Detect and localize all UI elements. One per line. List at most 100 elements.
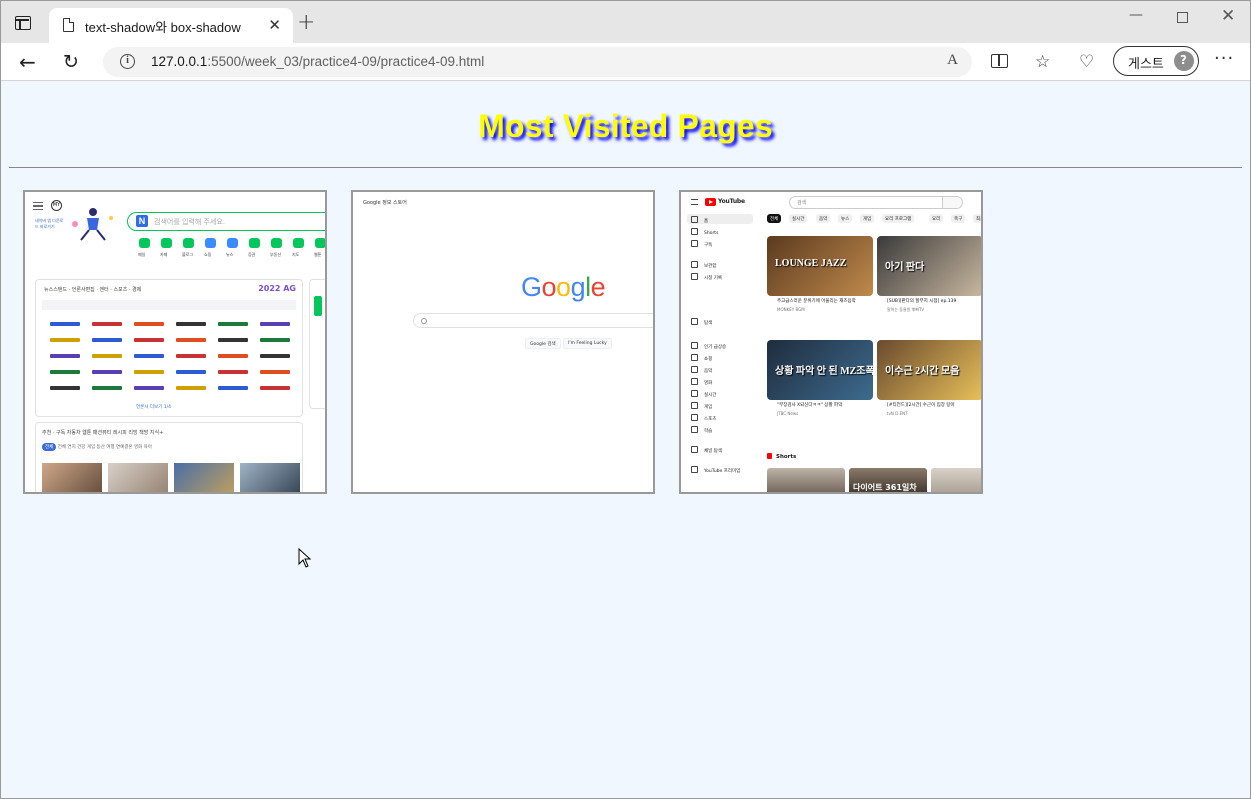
- google-logo: Google: [521, 272, 606, 303]
- reload-icon[interactable]: ↻: [63, 50, 79, 74]
- youtube-nav-item: 채널 탐색: [691, 446, 722, 454]
- naver-news-tabs: 뉴스스탠드 · 언론사편집 · 엔터 · 스포츠 · 경제: [44, 287, 142, 293]
- naver-press-logo: [260, 370, 290, 374]
- page-content: Most Visited Pages MY 네이버 앱 다운로드 바로가기 N …: [1, 82, 1250, 798]
- naver-press-logo: [218, 338, 248, 342]
- tab-active[interactable]: text-shadow와 box-shadow ✕: [49, 8, 293, 43]
- naver-shortcut-icon: [293, 238, 304, 248]
- youtube-shorts-label: Shorts: [767, 453, 796, 460]
- youtube-nav-item: 구독: [691, 240, 712, 248]
- youtube-video-title: 아기 판다: [885, 262, 925, 273]
- naver-press-logo: [218, 322, 248, 326]
- address-bar[interactable]: i 127.0.0.1:5500/week_03/practice4-09/pr…: [103, 47, 972, 77]
- youtube-video-title: 이수근 2시간 모음: [885, 366, 960, 377]
- profile-button[interactable]: 게스트: [1113, 46, 1199, 76]
- naver-press-logo: [218, 354, 248, 358]
- naver-shortcut-icon: [205, 238, 216, 248]
- split-screen-icon[interactable]: [991, 54, 1008, 68]
- site-info-icon[interactable]: i: [120, 54, 135, 69]
- naver-press-logo: [50, 386, 80, 390]
- tab-close-icon[interactable]: ✕: [268, 16, 281, 34]
- illustration-icon: [72, 208, 113, 241]
- close-window-icon[interactable]: ✕: [1221, 6, 1235, 26]
- naver-shortcut-icon: [183, 238, 194, 248]
- naver-press-logo: [134, 322, 164, 326]
- youtube-video-title: 상황 파악 안 된 MZ조폭: [775, 366, 873, 377]
- naver-image-1: [42, 463, 102, 492]
- url-text[interactable]: 127.0.0.1:5500/week_03/practice4-09/prac…: [151, 54, 484, 69]
- google-top-links: Google 정보 스토어: [363, 200, 407, 206]
- youtube-nav-item: 쇼핑: [691, 354, 712, 362]
- naver-press-logo: [50, 354, 80, 358]
- google-logo-letter: o: [556, 272, 571, 302]
- youtube-nav-item: 보관함: [691, 261, 716, 269]
- naver-press-logo: [92, 354, 122, 358]
- back-arrow-icon[interactable]: ←: [19, 50, 36, 74]
- tab-actions-icon[interactable]: [15, 16, 31, 30]
- youtube-video-caption: [SUB][판다의 할부지 시점] ep.139: [887, 299, 957, 304]
- naver-newsstand: 뉴스스탠드 · 언론사편집 · 엔터 · 스포츠 · 경제 2022 AG 언론…: [35, 279, 303, 417]
- youtube-video-caption: 주고급스러운 분위기에 어울리는 재즈음악: [777, 299, 856, 304]
- naver-chips: 전체 전체 연지 건강 게임 등산 여행 연예결혼 영화 육아: [42, 443, 152, 451]
- thumbnail-youtube[interactable]: YouTube 검색 홈 Shorts 구독 보관함 시청 기록 탐색 인기 급상승 쇼핑 음악…: [679, 190, 983, 494]
- youtube-logo-icon: [705, 198, 716, 206]
- minimize-icon[interactable]: —: [1129, 7, 1143, 23]
- youtube-nav-item: 실시간: [691, 390, 716, 398]
- youtube-video-channel: tvN D ENT: [887, 411, 908, 416]
- menu-icon: [33, 202, 43, 210]
- youtube-nav-item: 음악: [691, 366, 712, 374]
- naver-promo: 네이버 앱 다운로드 바로가기: [35, 218, 64, 229]
- new-tab-button[interactable]: +: [297, 12, 315, 34]
- youtube-brand: YouTube: [718, 198, 745, 205]
- naver-shortcut-label: 뉴스: [226, 252, 234, 257]
- naver-recommend: 추천 · 구독 자동차 웹툰 패션뷰티 레시피 리빙 책방 지식+ 전체 전체 …: [35, 422, 303, 492]
- naver-press-logo: [176, 386, 206, 390]
- naver-press-logo: [176, 354, 206, 358]
- naver-press-logo: [92, 338, 122, 342]
- settings-more-icon[interactable]: ···: [1214, 48, 1234, 69]
- naver-press-logo: [176, 338, 206, 342]
- profile-name: 게스트: [1128, 57, 1164, 72]
- naver-shortcut-label: 증권: [248, 252, 256, 257]
- avatar-icon: [1174, 51, 1194, 71]
- youtube-nav-item: YouTube 프리미엄: [691, 466, 740, 474]
- google-logo-letter: o: [541, 272, 557, 302]
- youtube-short-text: 다이어트 361일차: [853, 483, 917, 492]
- google-logo-letter: G: [521, 272, 542, 302]
- menu-icon: [691, 199, 698, 205]
- naver-shortcut-icon: [227, 238, 238, 248]
- url-path: :5500/week_03/practice4-09/practice4-09.…: [207, 54, 485, 69]
- youtube-chip: 뉴스: [838, 214, 853, 223]
- thumbnail-naver[interactable]: MY 네이버 앱 다운로드 바로가기 N 검색어를 입력해 주세요. 메일 카페 블…: [23, 190, 327, 494]
- naver-side-panel: [309, 279, 325, 409]
- favorites-star-icon[interactable]: ☆: [1035, 53, 1050, 71]
- naver-press-logo: [176, 370, 206, 374]
- youtube-nav-item: 스포츠: [691, 414, 716, 422]
- naver-my-icon: MY: [51, 200, 62, 211]
- browser-essentials-icon[interactable]: ♡: [1079, 53, 1094, 71]
- naver-press-logo: [260, 322, 290, 326]
- thumbnail-google[interactable]: Google 정보 스토어 Google Google 검색 I'm Feeli…: [351, 190, 655, 494]
- youtube-nav-item: 홈: [691, 216, 708, 224]
- youtube-chip: 요리: [929, 214, 944, 223]
- naver-press-logo: [260, 354, 290, 358]
- youtube-chips: 전체 실시간 음악 뉴스 게임 요리 프로그램 요리 축구 최근에 업로드: [767, 214, 981, 224]
- naver-search-placeholder: 검색어를 입력해 주세요.: [154, 218, 226, 226]
- naver-shortcut-icon: [139, 238, 150, 248]
- naver-press-logo: [134, 370, 164, 374]
- youtube-chip: 음악: [816, 214, 831, 223]
- naver-shortcut-label: 쇼핑: [204, 252, 212, 257]
- naver-shortcut-icon: [315, 238, 325, 248]
- naver-press-logo: [176, 322, 206, 326]
- youtube-short-1: [767, 468, 845, 492]
- tab-title: text-shadow와 box-shadow: [85, 20, 241, 35]
- mouse-cursor-icon: [298, 548, 312, 568]
- url-host: 127.0.0.1: [151, 54, 208, 69]
- read-aloud-icon[interactable]: A: [947, 52, 958, 69]
- naver-shortcut-label: 부동산: [270, 252, 282, 257]
- maximize-icon[interactable]: [1177, 12, 1188, 23]
- naver-chip-active: 전체: [42, 443, 57, 451]
- youtube-chip: 실시간: [789, 214, 808, 223]
- browser-window: text-shadow와 box-shadow ✕ + — ✕ ← ↻ i 12…: [0, 0, 1251, 799]
- page-icon: [63, 18, 74, 32]
